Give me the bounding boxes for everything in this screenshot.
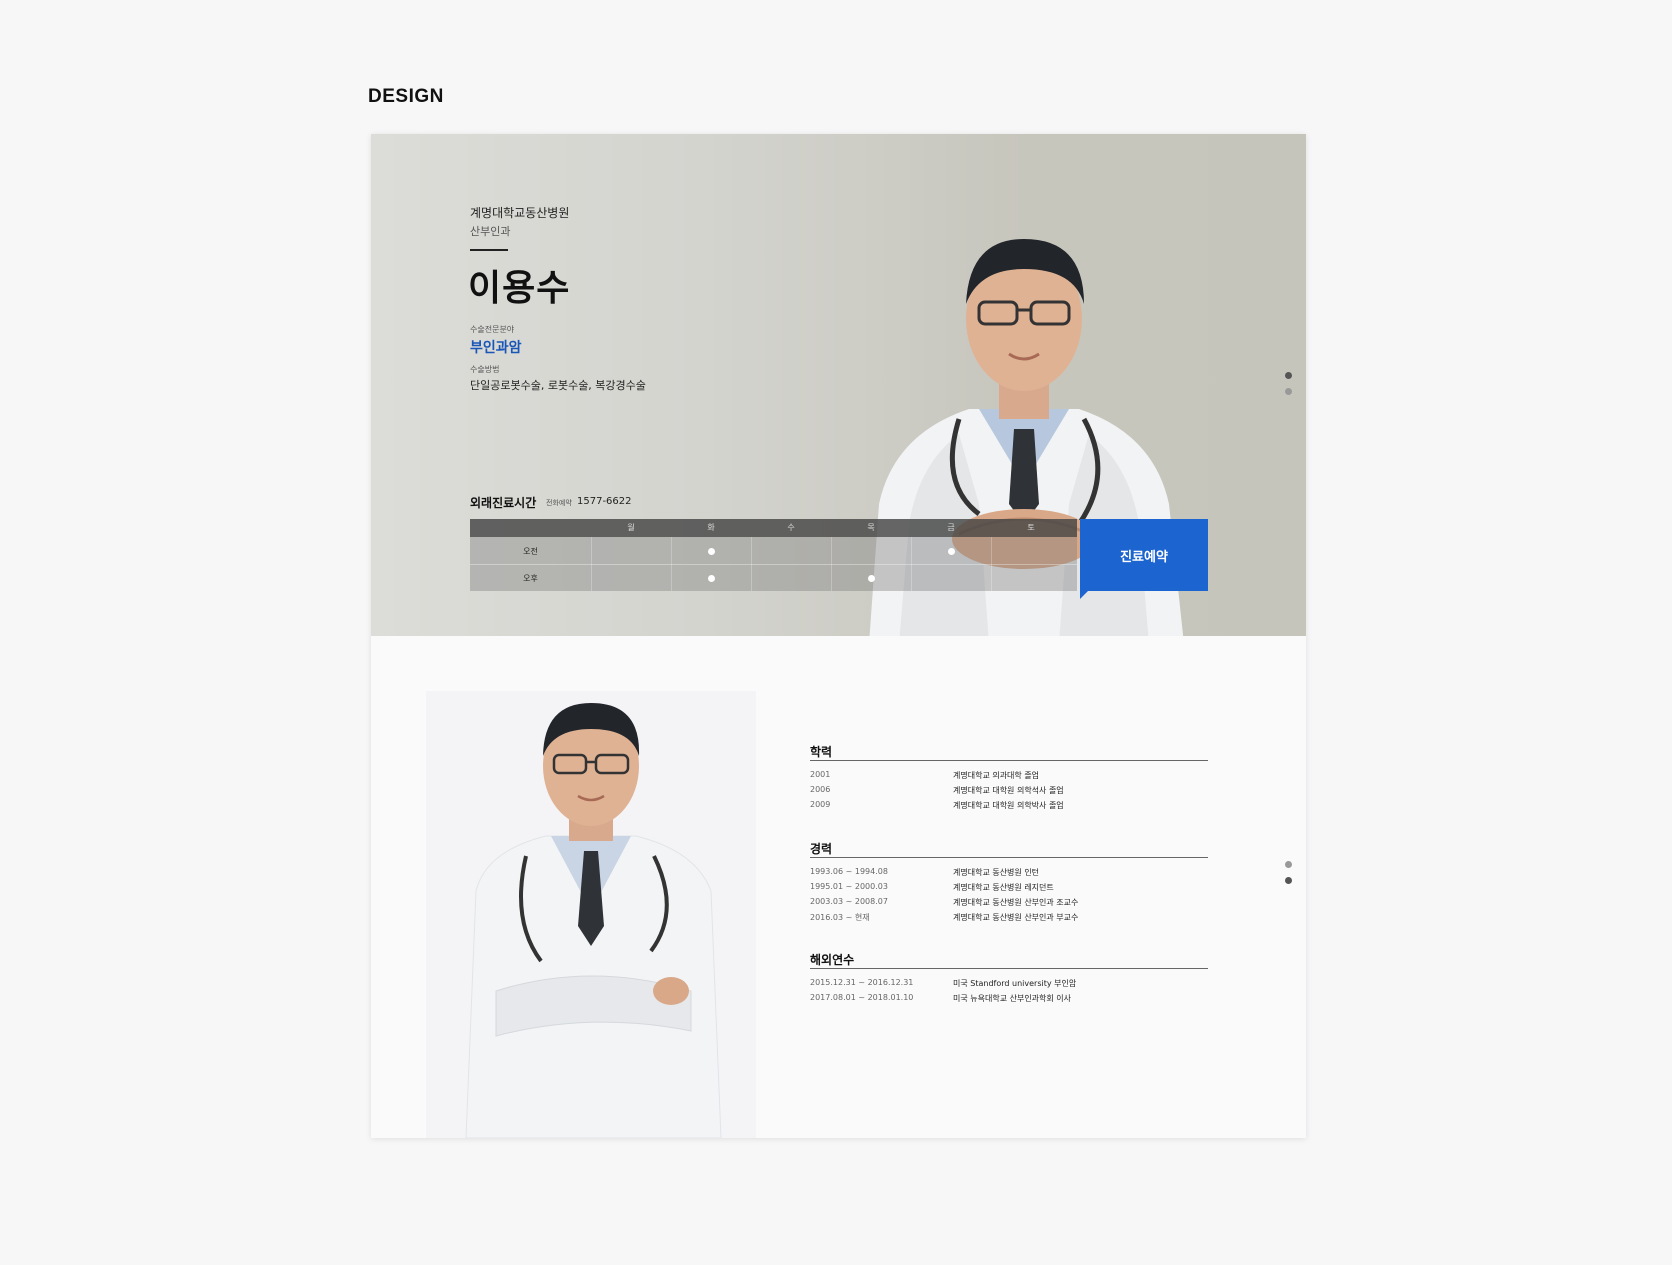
list-item-date: 2006 — [810, 785, 831, 794]
doctor-hero: 계명대학교동산병원 산부인과 이용수 수술전문분야 부인과암 수술방법 단일공로… — [371, 134, 1306, 636]
col-divider — [671, 537, 672, 591]
availability-dot — [708, 575, 715, 582]
list-item-text: 미국 Standford university 부인암 — [953, 979, 1077, 988]
list-item-text: 미국 뉴욕대학교 산부인과학회 이사 — [953, 994, 1072, 1003]
divider — [470, 249, 508, 251]
list-item-text: 계명대학교 대학원 의학박사 졸업 — [953, 801, 1064, 810]
specialty-label: 수술전문분야 — [470, 325, 515, 334]
overseas-rule — [810, 968, 1208, 969]
list-item-text: 계명대학교 의과대학 졸업 — [953, 771, 1040, 780]
list-item-text: 계명대학교 대학원 의학석사 졸업 — [953, 786, 1064, 795]
day-sat: 토 — [1027, 523, 1035, 532]
education-title: 학력 — [810, 745, 833, 759]
list-item-text: 계명대학교 동산병원 인턴 — [953, 868, 1040, 877]
education-rule — [810, 760, 1208, 761]
availability-dot — [948, 548, 955, 555]
overseas-title: 해외연수 — [810, 953, 855, 967]
col-divider — [591, 537, 592, 591]
schedule-header: 월 화 수 목 금 토 — [470, 519, 1077, 537]
pager-dot[interactable] — [1285, 861, 1292, 868]
row-divider — [470, 564, 1077, 565]
list-item-date: 2017.08.01 ~ 2018.01.10 — [810, 993, 914, 1002]
list-item-date: 2016.03 ~ 현재 — [810, 913, 870, 922]
list-item-date: 2009 — [810, 800, 831, 809]
method-value: 단일공로봇수술, 로봇수술, 복강경수술 — [470, 379, 646, 392]
availability-dot — [868, 575, 875, 582]
reserve-button[interactable]: 진료예약 — [1080, 519, 1208, 599]
day-thu: 목 — [867, 523, 875, 532]
day-wed: 수 — [787, 523, 795, 532]
design-card: 계명대학교동산병원 산부인과 이용수 수술전문분야 부인과암 수술방법 단일공로… — [371, 134, 1306, 1138]
hours-title: 외래진료시간 — [470, 496, 537, 510]
tel-number[interactable]: 1577-6622 — [577, 496, 632, 507]
method-label: 수술방법 — [470, 365, 500, 374]
col-divider — [911, 537, 912, 591]
list-item-date: 1993.06 ~ 1994.08 — [810, 867, 888, 876]
period-am: 오전 — [523, 547, 538, 556]
day-mon: 월 — [627, 523, 635, 532]
day-fri: 금 — [947, 523, 955, 532]
col-divider — [831, 537, 832, 591]
experience-rule — [810, 857, 1208, 858]
doctor-name: 이용수 — [468, 268, 571, 309]
list-item-text: 계명대학교 동산병원 레지던트 — [953, 883, 1054, 892]
availability-dot — [708, 548, 715, 555]
list-item-date: 1995.01 ~ 2000.03 — [810, 882, 888, 891]
doctor-career: 학력 2001 계명대학교 의과대학 졸업 2006 계명대학교 대학원 의학석… — [371, 636, 1306, 1138]
list-item-text: 계명대학교 동산병원 산부인과 조교수 — [953, 898, 1079, 907]
schedule-table: 월 화 수 목 금 토 오전 오후 — [470, 519, 1077, 591]
doctor-photo-full — [426, 691, 756, 1138]
department-name: 산부인과 — [470, 225, 511, 238]
list-item-date: 2015.12.31 ~ 2016.12.31 — [810, 978, 914, 987]
specialty-value: 부인과암 — [470, 340, 522, 356]
pager-dot-active[interactable] — [1285, 372, 1292, 379]
hospital-name: 계명대학교동산병원 — [470, 206, 570, 220]
list-item-text: 계명대학교 동산병원 산부인과 부교수 — [953, 913, 1079, 922]
day-tue: 화 — [707, 523, 715, 532]
slide-pager — [1285, 861, 1292, 893]
list-item-date: 2001 — [810, 770, 831, 779]
page-label: DESIGN — [368, 86, 444, 107]
col-divider — [991, 537, 992, 591]
experience-title: 경력 — [810, 842, 833, 856]
col-divider — [751, 537, 752, 591]
period-pm: 오후 — [523, 574, 538, 583]
tel-label: 전화예약 — [546, 499, 572, 507]
pager-dot-active[interactable] — [1285, 877, 1292, 884]
pager-dot[interactable] — [1285, 388, 1292, 395]
list-item-date: 2003.03 ~ 2008.07 — [810, 897, 888, 906]
slide-pager — [1285, 372, 1292, 404]
